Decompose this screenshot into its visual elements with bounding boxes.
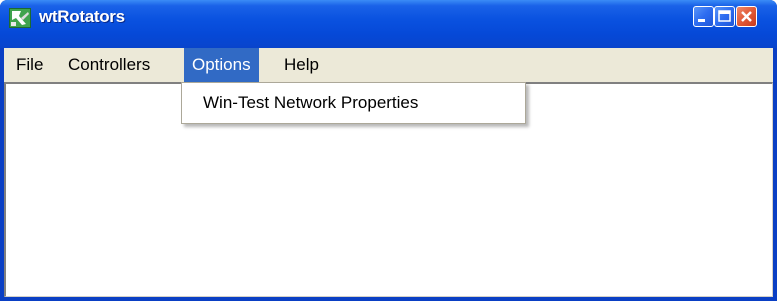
menu-file[interactable]: File — [8, 48, 51, 82]
minimize-button[interactable] — [693, 6, 714, 27]
menu-item-win-test-network-properties[interactable]: Win-Test Network Properties — [185, 86, 522, 120]
wtrotators-app-icon[interactable] — [9, 8, 31, 28]
maximize-icon — [718, 10, 731, 22]
title-bar[interactable]: wtRotators — [0, 0, 777, 48]
minimize-icon — [698, 19, 705, 22]
close-icon — [741, 11, 752, 22]
window-title: wtRotators — [39, 7, 125, 26]
options-dropdown-menu: Win-Test Network Properties — [181, 82, 526, 124]
menu-controllers[interactable]: Controllers — [60, 48, 158, 82]
menu-help[interactable]: Help — [276, 48, 327, 82]
menu-bar: File Controllers Options Help — [4, 48, 773, 82]
close-button[interactable] — [736, 6, 757, 27]
maximize-button[interactable] — [714, 6, 735, 27]
app-window: wtRotators File Controllers Options Help… — [0, 0, 777, 301]
menu-options[interactable]: Options — [184, 48, 259, 82]
